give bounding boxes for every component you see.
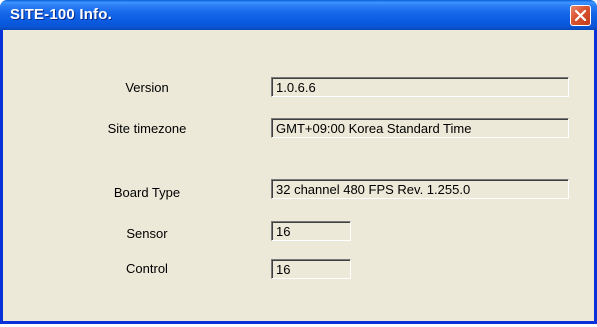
- close-button[interactable]: [570, 5, 591, 26]
- version-field[interactable]: 1.0.6.6: [271, 77, 569, 97]
- board-type-label: Board Type: [113, 185, 181, 200]
- timezone-field[interactable]: GMT+09:00 Korea Standard Time: [271, 118, 569, 138]
- dialog-body: Version 1.0.6.6 Site timezone GMT+09:00 …: [3, 30, 594, 321]
- site-info-dialog: SITE-100 Info. Version 1.0.6.6 Site time…: [0, 0, 597, 324]
- sensor-label: Sensor: [126, 226, 168, 241]
- control-field[interactable]: 16: [271, 259, 351, 279]
- title-bar[interactable]: SITE-100 Info.: [0, 0, 597, 30]
- board-type-field[interactable]: 32 channel 480 FPS Rev. 1.255.0: [271, 179, 569, 199]
- control-label: Control: [126, 261, 168, 276]
- sensor-field[interactable]: 16: [271, 221, 351, 241]
- timezone-label: Site timezone: [107, 121, 187, 136]
- version-label: Version: [125, 80, 169, 95]
- close-icon: [575, 10, 586, 21]
- dialog-title: SITE-100 Info.: [10, 6, 112, 23]
